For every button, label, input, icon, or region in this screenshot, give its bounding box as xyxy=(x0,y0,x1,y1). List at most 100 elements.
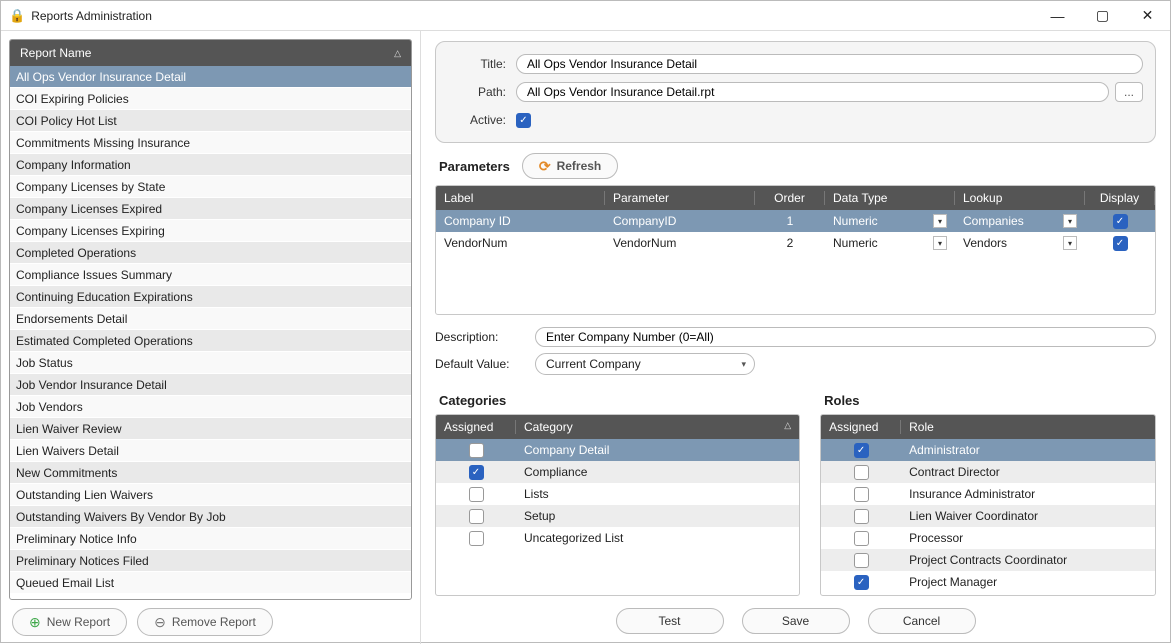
path-input[interactable] xyxy=(516,82,1109,102)
report-row[interactable]: Company Licenses Expiring xyxy=(10,220,411,242)
report-row[interactable]: Commitments Missing Insurance xyxy=(10,132,411,154)
param-col-parameter: Parameter xyxy=(605,191,755,205)
param-display-checkbox[interactable]: ✓ xyxy=(1113,214,1128,229)
minimize-button[interactable]: — xyxy=(1035,1,1080,30)
role-assigned-checkbox[interactable]: ✓ xyxy=(854,575,869,590)
cancel-button[interactable]: Cancel xyxy=(868,608,976,634)
report-row[interactable]: COI Expiring Policies xyxy=(10,88,411,110)
param-lookup: Companies xyxy=(963,214,1024,228)
param-order: 2 xyxy=(755,236,825,250)
role-row[interactable]: ✓Contract Director xyxy=(821,461,1155,483)
report-row[interactable]: Job Vendor Insurance Detail xyxy=(10,374,411,396)
param-label: Company ID xyxy=(436,214,605,228)
role-row[interactable]: ✓Processor xyxy=(821,527,1155,549)
chevron-down-icon: ▾ xyxy=(933,236,947,250)
test-button[interactable]: Test xyxy=(616,608,724,634)
refresh-label: Refresh xyxy=(557,159,602,173)
report-list-header[interactable]: Report Name △ xyxy=(10,40,411,66)
report-row[interactable]: Company Licenses Expired xyxy=(10,198,411,220)
report-list[interactable]: All Ops Vendor Insurance DetailCOI Expir… xyxy=(10,66,411,599)
param-datatype-cell[interactable]: Numeric▾ xyxy=(825,236,955,250)
report-row[interactable]: Lien Waiver Review xyxy=(10,418,411,440)
categories-header[interactable]: Assigned Category △ xyxy=(436,415,799,439)
parameter-row[interactable]: Company IDCompanyID1Numeric▾Companies▾✓ xyxy=(436,210,1155,232)
save-button[interactable]: Save xyxy=(742,608,850,634)
new-report-button[interactable]: ⊕ New Report xyxy=(12,608,127,636)
category-assigned-checkbox[interactable]: ✓ xyxy=(469,443,484,458)
role-row[interactable]: ✓Project Manager xyxy=(821,571,1155,593)
refresh-icon: ⟳ xyxy=(539,158,551,175)
refresh-button[interactable]: ⟳ Refresh xyxy=(522,153,618,179)
report-row[interactable]: Outstanding Waivers By Vendor By Job xyxy=(10,506,411,528)
report-row[interactable]: Preliminary Notice Info xyxy=(10,528,411,550)
maximize-button[interactable]: ▢ xyxy=(1080,1,1125,30)
category-assigned-checkbox[interactable]: ✓ xyxy=(469,531,484,546)
report-row[interactable]: Continuing Education Expirations xyxy=(10,286,411,308)
category-row[interactable]: ✓Compliance xyxy=(436,461,799,483)
close-button[interactable]: ✕ xyxy=(1125,1,1170,30)
role-row[interactable]: ✓ Project Contracts Coordinator xyxy=(821,549,1155,571)
category-assigned-checkbox[interactable]: ✓ xyxy=(469,509,484,524)
category-assigned-checkbox[interactable]: ✓ xyxy=(469,465,484,480)
report-row[interactable]: Preliminary Notices Filed xyxy=(10,550,411,572)
role-assigned-checkbox[interactable]: ✓ xyxy=(854,487,869,502)
description-input[interactable] xyxy=(535,327,1156,347)
parameters-header[interactable]: Label Parameter Order Data Type Lookup D… xyxy=(436,186,1155,210)
param-lookup-cell[interactable]: Companies▾ xyxy=(955,214,1085,228)
report-row[interactable]: Queued Email List xyxy=(10,572,411,594)
param-label: VendorNum xyxy=(436,236,605,250)
param-datatype-cell[interactable]: Numeric▾ xyxy=(825,214,955,228)
role-assigned-checkbox[interactable]: ✓ xyxy=(854,531,869,546)
report-row[interactable]: Completed Operations xyxy=(10,242,411,264)
role-assigned-checkbox[interactable]: ✓ xyxy=(854,465,869,480)
role-row[interactable]: ✓ Lien Waiver Coordinator xyxy=(821,505,1155,527)
remove-icon: ⊖ xyxy=(154,614,166,631)
report-row[interactable]: Lien Waivers Detail xyxy=(10,440,411,462)
report-row[interactable]: Endorsements Detail xyxy=(10,308,411,330)
parameters-grid: Label Parameter Order Data Type Lookup D… xyxy=(435,185,1156,315)
category-row[interactable]: ✓Uncategorized List xyxy=(436,527,799,549)
report-row[interactable]: COI Policy Hot List xyxy=(10,110,411,132)
new-report-label: New Report xyxy=(47,615,110,629)
param-col-order: Order xyxy=(755,191,825,205)
category-label: Company Detail xyxy=(516,443,799,457)
default-value-select[interactable]: Current Company ▾ xyxy=(535,353,755,375)
chevron-down-icon: ▾ xyxy=(1063,236,1077,250)
category-row[interactable]: ✓Setup xyxy=(436,505,799,527)
active-checkbox[interactable]: ✓ xyxy=(516,113,531,128)
role-assigned-checkbox[interactable]: ✓ xyxy=(854,553,869,568)
title-input[interactable] xyxy=(516,54,1143,74)
report-row[interactable]: Company Licenses by State xyxy=(10,176,411,198)
param-col-datatype: Data Type xyxy=(825,191,955,205)
param-lookup-cell[interactable]: Vendors▾ xyxy=(955,236,1085,250)
report-row[interactable]: New Commitments xyxy=(10,462,411,484)
report-row[interactable]: All Ops Vendor Insurance Detail xyxy=(10,66,411,88)
plus-icon: ⊕ xyxy=(29,614,41,631)
role-label: Administrator xyxy=(901,443,1155,457)
role-row[interactable]: ✓Insurance Administrator xyxy=(821,483,1155,505)
report-row[interactable]: Estimated Completed Operations xyxy=(10,330,411,352)
categories-title: Categories xyxy=(439,393,506,408)
role-label: Project Contracts Coordinator xyxy=(901,553,1155,567)
param-parameter: CompanyID xyxy=(605,214,755,228)
role-label: Lien Waiver Coordinator xyxy=(901,509,1155,523)
roles-header[interactable]: Assigned Role xyxy=(821,415,1155,439)
report-row[interactable]: Company Information xyxy=(10,154,411,176)
category-assigned-checkbox[interactable]: ✓ xyxy=(469,487,484,502)
role-row[interactable]: ✓ Administrator xyxy=(821,439,1155,461)
title-label: Title: xyxy=(448,57,506,71)
report-row[interactable]: Compliance Issues Summary xyxy=(10,264,411,286)
category-row[interactable]: ✓Lists xyxy=(436,483,799,505)
role-assigned-checkbox[interactable]: ✓ xyxy=(854,509,869,524)
param-display-checkbox[interactable]: ✓ xyxy=(1113,236,1128,251)
lock-icon: 🔒 xyxy=(9,8,25,24)
parameter-row[interactable]: VendorNumVendorNum2Numeric▾Vendors▾✓ xyxy=(436,232,1155,254)
param-col-lookup: Lookup xyxy=(955,191,1085,205)
path-browse-button[interactable]: ... xyxy=(1115,82,1143,102)
report-row[interactable]: Outstanding Lien Waivers xyxy=(10,484,411,506)
remove-report-button[interactable]: ⊖ Remove Report xyxy=(137,608,273,636)
report-row[interactable]: Job Status xyxy=(10,352,411,374)
role-assigned-checkbox[interactable]: ✓ xyxy=(854,443,869,458)
category-row[interactable]: ✓ Company Detail xyxy=(436,439,799,461)
report-row[interactable]: Job Vendors xyxy=(10,396,411,418)
